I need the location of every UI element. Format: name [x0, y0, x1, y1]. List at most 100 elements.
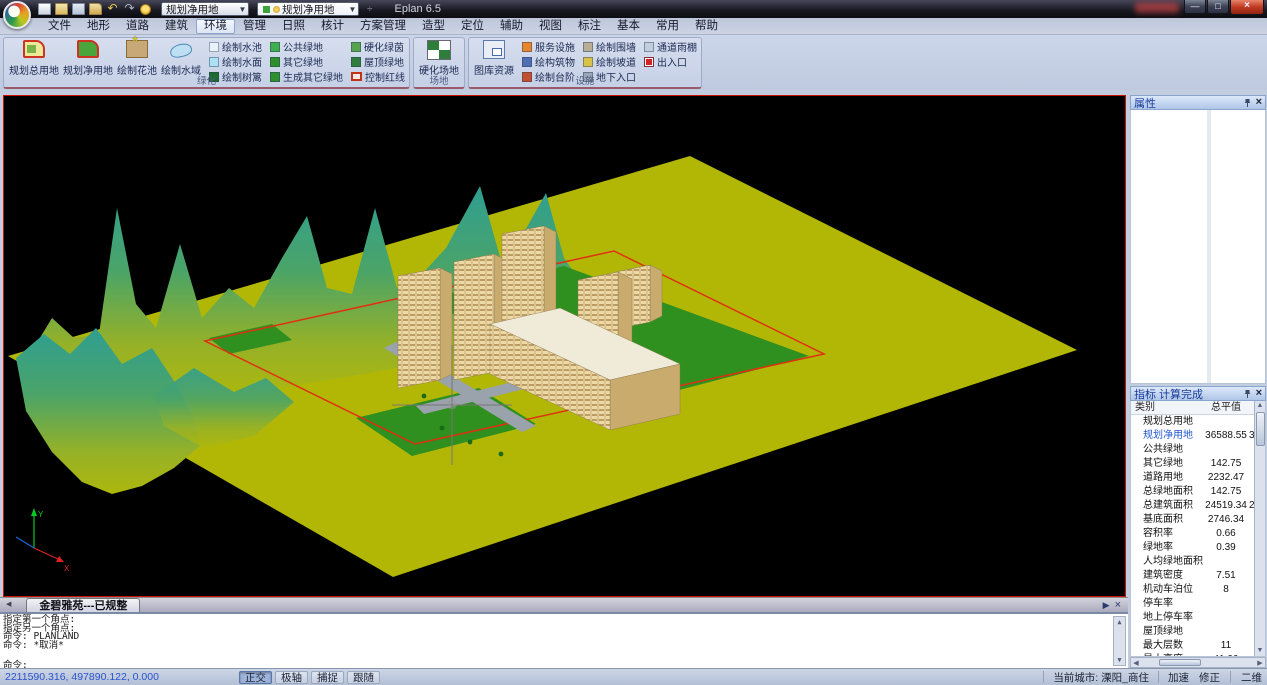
properties-panel-body[interactable]: [1130, 110, 1266, 384]
table-row[interactable]: 总绿地面积142.75: [1131, 485, 1254, 499]
menu-item[interactable]: 基本: [609, 19, 648, 34]
scroll-left-icon[interactable]: ◀: [1131, 659, 1141, 667]
table-row[interactable]: 停车率: [1131, 597, 1254, 611]
menu-item[interactable]: 环境: [196, 19, 235, 34]
ribbon-button[interactable]: 绘制水面: [208, 54, 263, 69]
toolbar-overflow-icon[interactable]: ÷: [367, 4, 373, 15]
table-row[interactable]: 人均绿地面积: [1131, 555, 1254, 569]
ribbon-button[interactable]: 绘制水域: [159, 39, 203, 77]
table-row[interactable]: 绿地率0.39: [1131, 541, 1254, 555]
menu-item[interactable]: 管理: [235, 19, 274, 34]
status-button[interactable]: 修正: [1199, 670, 1220, 685]
menu-item[interactable]: 道路: [118, 19, 157, 34]
ribbon-button[interactable]: 屋顶绿地: [350, 54, 406, 69]
command-scrollbar[interactable]: ▲ ▼: [1113, 616, 1126, 666]
ribbon-button[interactable]: 规划总用地: [7, 39, 61, 77]
menu-item[interactable]: 视图: [531, 19, 570, 34]
save-icon[interactable]: [72, 3, 85, 15]
ribbon-button[interactable]: 规划净用地: [61, 39, 115, 77]
toggle-button[interactable]: 捕捉: [311, 671, 344, 684]
drawing-tab[interactable]: 金碧雅苑---已规整: [26, 598, 140, 612]
status-button[interactable]: 加速: [1168, 670, 1189, 685]
menu-item[interactable]: 文件: [40, 19, 79, 34]
toggle-active[interactable]: 正交: [239, 671, 272, 684]
table-row[interactable]: 基底面积2746.34: [1131, 513, 1254, 527]
toggle-button[interactable]: 跟随: [347, 671, 380, 684]
menu-item[interactable]: 建筑: [157, 19, 196, 34]
close-button[interactable]: ×: [1230, 0, 1264, 15]
redo-icon[interactable]: [123, 3, 136, 15]
chevron-down-icon[interactable]: ▼: [347, 5, 358, 14]
new-file-icon[interactable]: [38, 3, 51, 15]
chevron-down-icon[interactable]: ▼: [237, 5, 248, 14]
table-row[interactable]: 容积率0.66: [1131, 527, 1254, 541]
pin-icon[interactable]: [1243, 389, 1252, 399]
scroll-right-icon[interactable]: ▶: [1255, 659, 1265, 667]
table-row[interactable]: 建筑密度7.51: [1131, 569, 1254, 583]
app-logo-icon[interactable]: [3, 1, 31, 29]
ribbon-button[interactable]: 硬化场地: [417, 39, 461, 77]
row-label: 公共绿地: [1131, 443, 1203, 457]
scroll-up-icon[interactable]: ▲: [1117, 617, 1121, 627]
scroll-up-icon[interactable]: ▲: [1257, 401, 1264, 411]
layer-dropdown[interactable]: 规划净用地 ▼: [257, 2, 359, 16]
table-row[interactable]: 最大层数11: [1131, 639, 1254, 653]
table-row[interactable]: 规划净用地36588.553: [1131, 429, 1254, 443]
table-row[interactable]: 最大高度41.00: [1131, 653, 1254, 656]
ribbon-button[interactable]: 绘制水池: [208, 39, 263, 54]
menu-item[interactable]: 造型: [414, 19, 453, 34]
ribbon-button[interactable]: 绘制围墙: [582, 39, 637, 54]
tab-scroll-right-icon[interactable]: ▶: [1103, 598, 1110, 612]
undo-icon[interactable]: [106, 3, 119, 15]
row-value: [1203, 597, 1249, 611]
menu-item[interactable]: 日照: [274, 19, 313, 34]
table-row[interactable]: 地上停车率: [1131, 611, 1254, 625]
menu-item[interactable]: 帮助: [687, 19, 726, 34]
table-row[interactable]: 规划总用地: [1131, 415, 1254, 429]
command-line-panel[interactable]: 指定第一个角点:指定另一个角点:命令: PLANLAND命令: *取消*命令: …: [0, 612, 1128, 668]
ribbon-button[interactable]: 绘制花池: [115, 39, 159, 77]
ribbon-button[interactable]: 图库资源: [472, 39, 516, 77]
tab-scroll-left-icon[interactable]: ◀: [3, 598, 14, 612]
ribbon-button[interactable]: 服务设施: [521, 39, 576, 54]
ribbon-button[interactable]: 绘构筑物: [521, 54, 576, 69]
menu-item[interactable]: 定位: [453, 19, 492, 34]
table-row[interactable]: 机动车泊位8: [1131, 583, 1254, 597]
lamp-icon[interactable]: [140, 4, 151, 15]
open-file-icon[interactable]: [55, 3, 68, 15]
ribbon-button[interactable]: 公共绿地: [269, 39, 344, 54]
scrollbar-thumb[interactable]: [1159, 659, 1201, 666]
table-row[interactable]: 总建筑面积24519.342: [1131, 499, 1254, 513]
table-row[interactable]: 道路用地2232.47: [1131, 471, 1254, 485]
menu-item[interactable]: 辅助: [492, 19, 531, 34]
scroll-down-icon[interactable]: ▼: [1257, 646, 1264, 656]
table-row[interactable]: 屋顶绿地: [1131, 625, 1254, 639]
close-icon[interactable]: ×: [1256, 97, 1262, 108]
table-row[interactable]: 其它绿地142.75: [1131, 457, 1254, 471]
table-row[interactable]: 公共绿地: [1131, 443, 1254, 457]
indicators-horizontal-scrollbar[interactable]: ◀ ▶: [1130, 657, 1266, 668]
menu-item[interactable]: 标注: [570, 19, 609, 34]
drawing-canvas[interactable]: Y X: [3, 95, 1126, 597]
ribbon-button[interactable]: 出入口: [643, 54, 698, 69]
status-button[interactable]: 二维: [1241, 670, 1262, 685]
folder-icon[interactable]: [89, 3, 102, 15]
close-icon[interactable]: ×: [1256, 388, 1262, 399]
minimize-button[interactable]: —: [1184, 0, 1206, 14]
toggle-button[interactable]: 极轴: [275, 671, 308, 684]
tab-close-icon[interactable]: ×: [1115, 598, 1121, 612]
maximize-button[interactable]: □: [1207, 0, 1229, 14]
land-type-dropdown[interactable]: 规划净用地 ▼: [161, 2, 249, 16]
menu-item[interactable]: 核计: [313, 19, 352, 34]
menu-item[interactable]: 常用: [648, 19, 687, 34]
ribbon-button[interactable]: 硬化绿茵: [350, 39, 406, 54]
indicators-vertical-scrollbar[interactable]: ▲ ▼: [1254, 401, 1265, 656]
menu-item[interactable]: 地形: [79, 19, 118, 34]
scroll-down-icon[interactable]: ▼: [1117, 655, 1121, 665]
pin-icon[interactable]: [1243, 98, 1252, 108]
ribbon-button[interactable]: 绘制坡道: [582, 54, 637, 69]
ribbon-button[interactable]: 通道雨棚: [643, 39, 698, 54]
ribbon-button[interactable]: 其它绿地: [269, 54, 344, 69]
menu-item[interactable]: 方案管理: [352, 19, 414, 34]
scrollbar-thumb[interactable]: [1256, 412, 1265, 446]
